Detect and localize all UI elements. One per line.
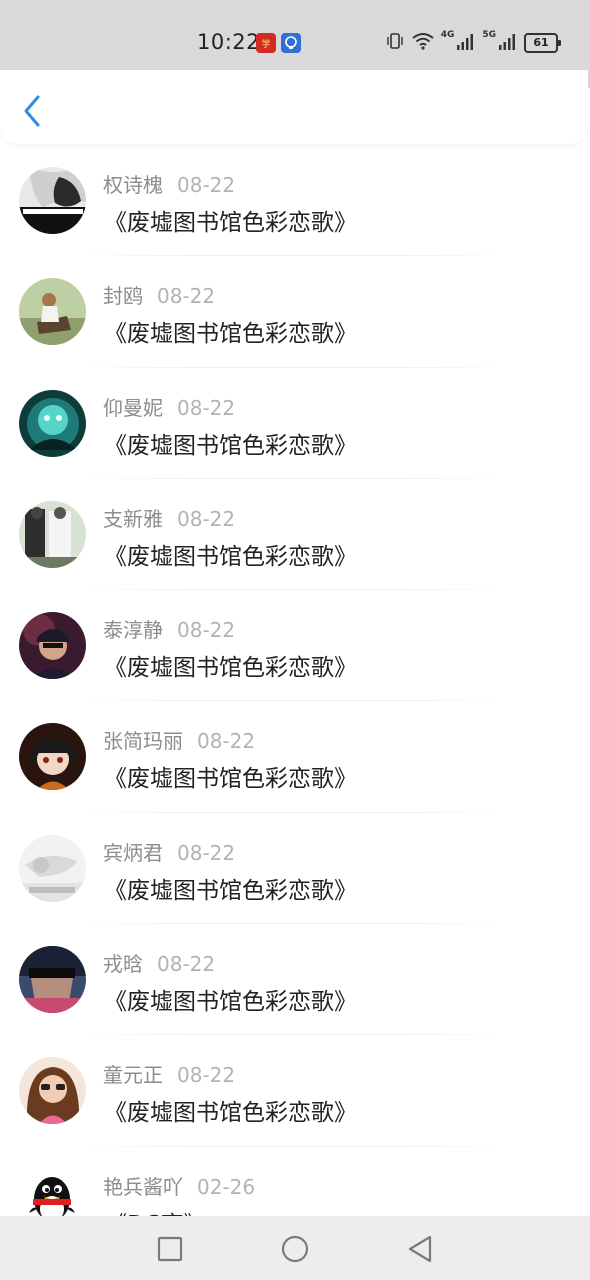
author-name: 封鸥	[103, 284, 143, 309]
list-item[interactable]: 张简玛丽 08-22 《废墟图书馆色彩恋歌》	[0, 701, 590, 813]
author-name: 宾炳君	[103, 840, 163, 865]
back-button[interactable]	[16, 90, 50, 130]
avatar[interactable]	[19, 389, 86, 457]
list-item[interactable]: 封鸥 08-22 《废墟图书馆色彩恋歌》	[0, 256, 590, 368]
item-meta: 童元正 08-22	[103, 1059, 235, 1088]
avatar[interactable]	[19, 834, 86, 902]
network-label-2: 5G	[482, 30, 496, 40]
post-date: 08-22	[177, 618, 236, 643]
list-item[interactable]: 权诗槐 08-22 《废墟图书馆色彩恋歌》	[0, 145, 590, 257]
list-item[interactable]: 泰淳静 08-22 《废墟图书馆色彩恋歌》	[0, 590, 590, 702]
post-date: 08-22	[177, 1063, 236, 1088]
item-title: 《废墟图书馆色彩恋歌》	[104, 321, 357, 348]
square-icon	[157, 1236, 183, 1262]
vibrate-icon	[385, 31, 405, 55]
signal-icon-1	[456, 31, 476, 55]
item-meta: 泰淳静 08-22	[103, 614, 235, 643]
screen: 10:22 学 4G 5G 61 权诗槐 08-22 《废墟图书馆色彩恋歌》 封…	[0, 0, 590, 1280]
item-meta: 权诗槐 08-22	[103, 169, 235, 198]
message-list: 权诗槐 08-22 《废墟图书馆色彩恋歌》 封鸥 08-22 《废墟图书馆色彩恋歌》	[0, 145, 590, 1258]
post-date: 02-26	[197, 1174, 256, 1199]
item-meta: 艳兵酱吖 02-26	[103, 1171, 255, 1200]
lightbulb-app-icon	[281, 33, 301, 53]
post-date: 08-22	[197, 729, 256, 754]
item-meta: 仰曼妮 08-22	[103, 392, 235, 421]
chevron-left-icon	[24, 95, 40, 127]
author-name: 泰淳静	[103, 618, 163, 643]
item-title: 《废墟图书馆色彩恋歌》	[104, 989, 357, 1016]
item-title: 《废墟图书馆色彩恋歌》	[104, 877, 357, 904]
network-label-1: 4G	[440, 30, 455, 40]
list-item[interactable]: 宾炳君 08-22 《废墟图书馆色彩恋歌》	[0, 813, 590, 925]
item-meta: 宾炳君 08-22	[103, 837, 235, 866]
post-date: 08-22	[157, 952, 216, 977]
top-app-bar	[0, 70, 588, 144]
author-name: 艳兵酱吖	[103, 1174, 183, 1199]
avatar[interactable]	[19, 723, 86, 791]
list-item[interactable]: 戎晗 08-22 《废墟图书馆色彩恋歌》	[0, 924, 590, 1036]
post-date: 08-22	[177, 840, 236, 865]
item-title: 《废墟图书馆色彩恋歌》	[104, 543, 357, 570]
item-meta: 戎晗 08-22	[103, 948, 215, 977]
author-name: 张简玛丽	[103, 729, 183, 754]
avatar[interactable]	[19, 946, 86, 1014]
recents-button[interactable]	[155, 1234, 185, 1264]
post-date: 08-22	[177, 506, 236, 531]
author-name: 童元正	[103, 1063, 163, 1088]
avatar[interactable]	[19, 1057, 86, 1125]
home-button[interactable]	[280, 1234, 310, 1264]
system-back-button[interactable]	[405, 1234, 435, 1264]
triangle-back-icon	[408, 1235, 432, 1263]
item-meta: 封鸥 08-22	[103, 280, 215, 309]
avatar[interactable]	[19, 500, 86, 568]
post-date: 08-22	[177, 173, 236, 197]
author-name: 戎晗	[103, 952, 143, 977]
wifi-icon	[411, 31, 435, 55]
item-title: 《废墟图书馆色彩恋歌》	[104, 1100, 357, 1127]
author-name: 仰曼妮	[103, 395, 163, 420]
circle-icon	[281, 1235, 309, 1263]
item-title: 《废墟图书馆色彩恋歌》	[104, 766, 357, 793]
author-name: 权诗槐	[103, 173, 163, 197]
status-icons: 4G 5G 61	[385, 30, 561, 56]
system-nav-bar	[0, 1216, 590, 1280]
post-date: 08-22	[177, 395, 236, 420]
list-item[interactable]: 支新雅 08-22 《废墟图书馆色彩恋歌》	[0, 479, 590, 591]
item-title: 《废墟图书馆色彩恋歌》	[104, 432, 357, 459]
battery-icon: 61	[524, 33, 561, 53]
news-app-icon: 学	[256, 33, 276, 53]
status-time: 10:22	[197, 30, 261, 54]
avatar[interactable]	[19, 612, 86, 680]
item-title: 《废墟图书馆色彩恋歌》	[104, 655, 357, 682]
signal-icon-2	[498, 31, 518, 55]
item-title: 《废墟图书馆色彩恋歌》	[104, 210, 357, 236]
post-date: 08-22	[157, 284, 216, 309]
svg-text:学: 学	[261, 38, 270, 50]
author-name: 支新雅	[103, 506, 163, 531]
item-meta: 支新雅 08-22	[103, 503, 235, 532]
item-meta: 张简玛丽 08-22	[103, 725, 255, 754]
avatar[interactable]	[19, 167, 86, 234]
list-item[interactable]: 仰曼妮 08-22 《废墟图书馆色彩恋歌》	[0, 368, 590, 479]
avatar[interactable]	[19, 278, 86, 346]
list-item[interactable]: 童元正 08-22 《废墟图书馆色彩恋歌》	[0, 1035, 590, 1147]
